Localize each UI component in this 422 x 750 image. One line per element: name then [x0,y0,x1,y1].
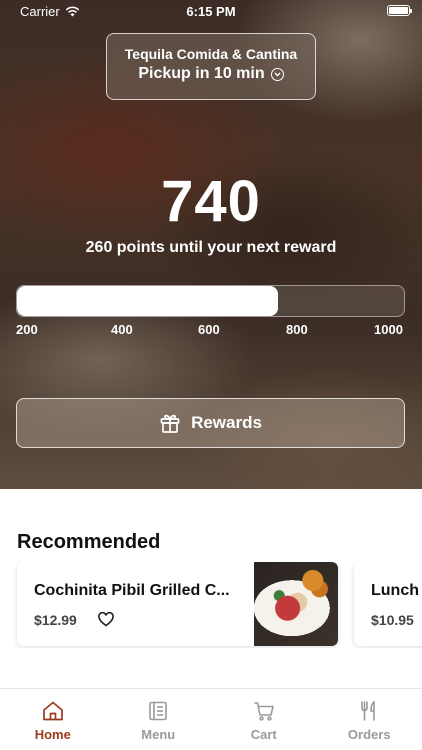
tab-cart-label: Cart [250,727,277,742]
tab-bar: Home Menu Cart Orders [0,688,422,750]
points-until-reward: 260 points until your next reward [85,239,337,256]
store-name: Tequila Comida & Cantina [124,46,298,62]
hero-background: Carrier 6:15 PM Tequila Comida & Cantina… [0,0,422,489]
utensils-icon [361,700,376,721]
home-icon [42,701,63,721]
tab-menu[interactable]: Menu [106,689,212,750]
tab-home[interactable]: Home [0,689,106,750]
menu-icon [149,701,168,721]
tab-cart[interactable]: Cart [211,689,317,750]
rewards-progress-track [16,285,405,317]
rewards-button-label: Rewards [191,413,262,432]
cart-icon [254,702,274,721]
rewards-progress-fill [17,286,279,316]
tab-orders[interactable]: Orders [317,689,422,750]
rewards-button[interactable]: Rewards [16,398,405,448]
battery-icon [387,5,412,16]
recommended-card[interactable]: Cochinita Pibil Grilled C... $12.99 [17,562,338,646]
item-name: Lunch [371,582,419,599]
recommended-carousel[interactable]: Cochinita Pibil Grilled C... $12.99 Lunc… [0,562,422,648]
points-balance: 740 [161,169,261,234]
progress-tick-600: 600 [198,322,220,337]
status-time: 6:15 PM [186,4,236,19]
pickup-time: Pickup in 10 min [138,65,284,83]
item-price: $12.99 [34,612,77,628]
progress-tick-1000: 1000 [374,322,403,337]
gift-icon [160,414,180,433]
item-name: Cochinita Pibil Grilled C... [34,582,230,599]
store-selector[interactable]: Tequila Comida & Cantina Pickup in 10 mi… [106,33,316,100]
item-photo [254,562,338,646]
pickup-label: Pickup in 10 min [138,65,265,82]
heart-icon[interactable] [98,612,114,627]
status-bar: Carrier 6:15 PM [0,0,422,22]
chevron-down-icon [270,67,284,81]
item-price: $10.95 [371,612,414,628]
progress-tick-400: 400 [111,322,133,337]
tab-menu-label: Menu [141,727,176,742]
recommended-title: Recommended [17,531,161,553]
progress-tick-800: 800 [286,322,308,337]
tab-orders-label: Orders [347,727,391,742]
recommended-card[interactable]: Lunch $10.95 [354,562,422,646]
tab-home-label: Home [34,727,71,742]
progress-tick-200: 200 [16,322,38,337]
